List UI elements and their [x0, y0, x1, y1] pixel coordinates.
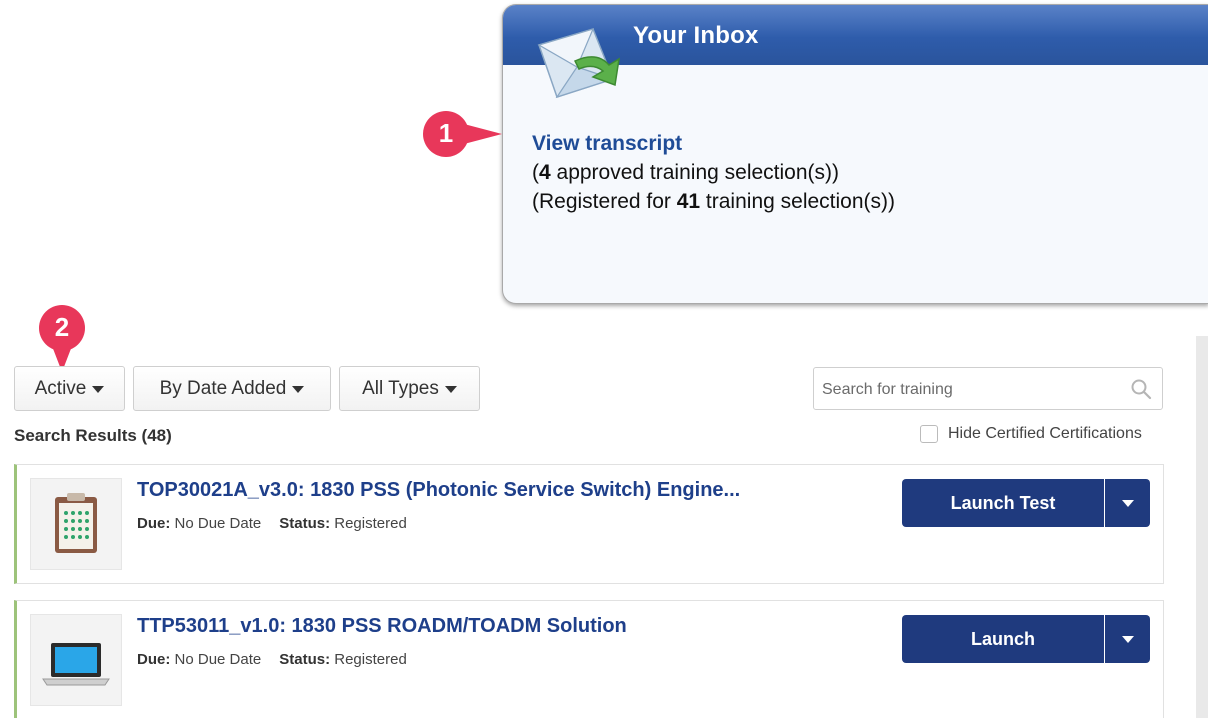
hide-certified-label: Hide Certified Certifications	[948, 425, 1142, 442]
launch-test-button[interactable]: Launch Test	[902, 479, 1104, 527]
inbox-panel: Your Inbox View transcript (4 approved t…	[502, 4, 1208, 304]
sort-dropdown[interactable]: By Date Added	[133, 366, 331, 411]
training-card: TOP30021A_v3.0: 1830 PSS (Photonic Servi…	[14, 464, 1164, 584]
type-filter-dropdown[interactable]: All Types	[339, 366, 480, 411]
view-transcript-link[interactable]: View transcript	[532, 132, 682, 155]
due-value: No Due Date	[174, 651, 262, 668]
approved-line: (4 approved training selection(s))	[532, 161, 839, 184]
status-filter-label: Active	[34, 377, 87, 399]
caret-down-icon	[1121, 499, 1134, 507]
inbox-title: Your Inbox	[633, 22, 759, 49]
training-meta: Due: No Due Date Status: Registered	[137, 515, 407, 532]
launch-options-button[interactable]	[1105, 615, 1150, 663]
training-thumbnail	[30, 478, 122, 570]
status-value: Registered	[334, 651, 407, 668]
training-card: TTP53011_v1.0: 1830 PSS ROADM/TOADM Solu…	[14, 600, 1164, 718]
approved-count: 4	[539, 161, 551, 184]
launch-button[interactable]: Launch	[902, 615, 1104, 663]
clipboard-test-icon	[55, 493, 97, 553]
registered-line: (Registered for 41 training selection(s)…	[532, 190, 895, 213]
registered-count: 41	[676, 190, 701, 213]
inbox-body: View transcript (4 approved training sel…	[532, 129, 895, 216]
laptop-icon	[42, 643, 110, 686]
launch-options-button[interactable]	[1105, 479, 1150, 527]
training-meta: Due: No Due Date Status: Registered	[137, 651, 407, 668]
search-input[interactable]	[820, 368, 1114, 411]
search-box	[813, 367, 1163, 411]
hide-certified-toggle[interactable]: Hide Certified Certifications	[920, 425, 1142, 443]
page: Your Inbox View transcript (4 approved t…	[0, 0, 1208, 718]
training-thumbnail	[30, 614, 122, 706]
training-title-link[interactable]: TTP53011_v1.0: 1830 PSS ROADM/TOADM Solu…	[137, 615, 627, 638]
step-marker-2-label: 2	[54, 312, 70, 342]
caret-down-icon	[1121, 635, 1134, 643]
sort-label: By Date Added	[159, 377, 287, 399]
launch-button-group: Launch	[902, 615, 1150, 663]
caret-down-icon	[292, 386, 305, 393]
step-marker-1-label: 1	[438, 118, 454, 148]
status-value: Registered	[334, 515, 407, 532]
search-icon[interactable]	[1130, 378, 1152, 400]
envelope-arrow-icon	[537, 28, 620, 99]
status-filter-dropdown[interactable]: Active	[14, 366, 125, 411]
training-title-link[interactable]: TOP30021A_v3.0: 1830 PSS (Photonic Servi…	[137, 479, 740, 502]
hide-certified-checkbox[interactable]	[920, 425, 938, 443]
due-value: No Due Date	[174, 515, 262, 532]
scrollbar-track[interactable]	[1196, 336, 1208, 718]
caret-down-icon	[444, 386, 457, 393]
caret-down-icon	[92, 386, 105, 393]
launch-button-group: Launch Test	[902, 479, 1150, 527]
search-results-count: Search Results (48)	[14, 426, 172, 445]
type-filter-label: All Types	[362, 377, 439, 399]
